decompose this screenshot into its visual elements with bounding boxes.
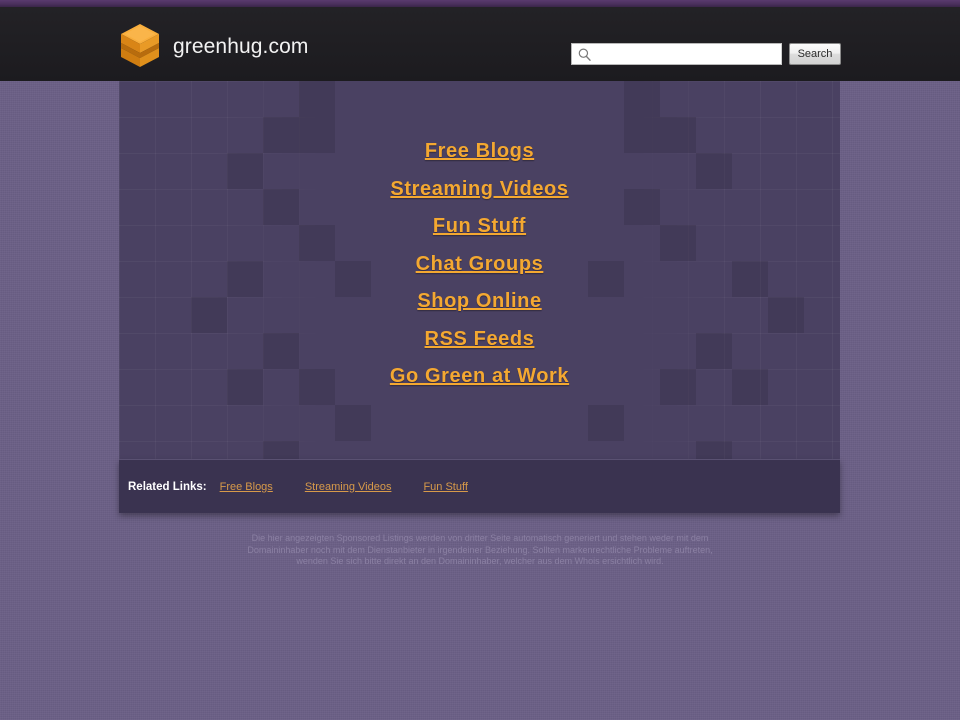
content-panel: Free Blogs Streaming Videos Fun Stuff Ch… <box>119 81 840 513</box>
disclaimer-text: Die hier angezeigten Sponsored Listings … <box>247 533 713 567</box>
page-title: greenhug.com <box>173 35 309 58</box>
sponsored-link-shop-online[interactable]: Shop Online <box>417 283 541 321</box>
list-item: RSS Feeds <box>119 321 840 359</box>
top-accent-stripe <box>0 0 960 7</box>
related-links-bar: Related Links: Free Blogs Streaming Vide… <box>119 459 840 513</box>
search-button[interactable]: Search <box>789 43 841 65</box>
search-form: Search <box>571 43 841 65</box>
search-input[interactable] <box>572 44 781 64</box>
sponsored-link-streaming-videos[interactable]: Streaming Videos <box>390 171 568 209</box>
search-icon <box>578 48 591 61</box>
orange-cube-logo-icon[interactable] <box>119 23 161 69</box>
related-links-label: Related Links: <box>128 480 207 493</box>
sponsored-link-rss-feeds[interactable]: RSS Feeds <box>425 321 535 359</box>
list-item: Go Green at Work <box>119 358 840 396</box>
related-link-fun-stuff[interactable]: Fun Stuff <box>423 481 467 493</box>
sponsored-link-chat-groups[interactable]: Chat Groups <box>416 246 544 284</box>
related-link-free-blogs[interactable]: Free Blogs <box>220 481 273 493</box>
site-header: greenhug.com Search <box>0 7 960 81</box>
search-field-wrapper[interactable] <box>571 43 782 65</box>
list-item: Chat Groups <box>119 246 840 284</box>
related-link-streaming-videos[interactable]: Streaming Videos <box>305 481 392 493</box>
list-item: Streaming Videos <box>119 171 840 209</box>
sponsored-link-free-blogs[interactable]: Free Blogs <box>425 133 534 171</box>
sponsored-link-fun-stuff[interactable]: Fun Stuff <box>433 208 526 246</box>
sponsored-links-list: Free Blogs Streaming Videos Fun Stuff Ch… <box>119 81 840 396</box>
sponsored-link-go-green-at-work[interactable]: Go Green at Work <box>390 358 569 396</box>
list-item: Shop Online <box>119 283 840 321</box>
list-item: Free Blogs <box>119 133 840 171</box>
header-inner: greenhug.com Search <box>0 7 960 81</box>
list-item: Fun Stuff <box>119 208 840 246</box>
